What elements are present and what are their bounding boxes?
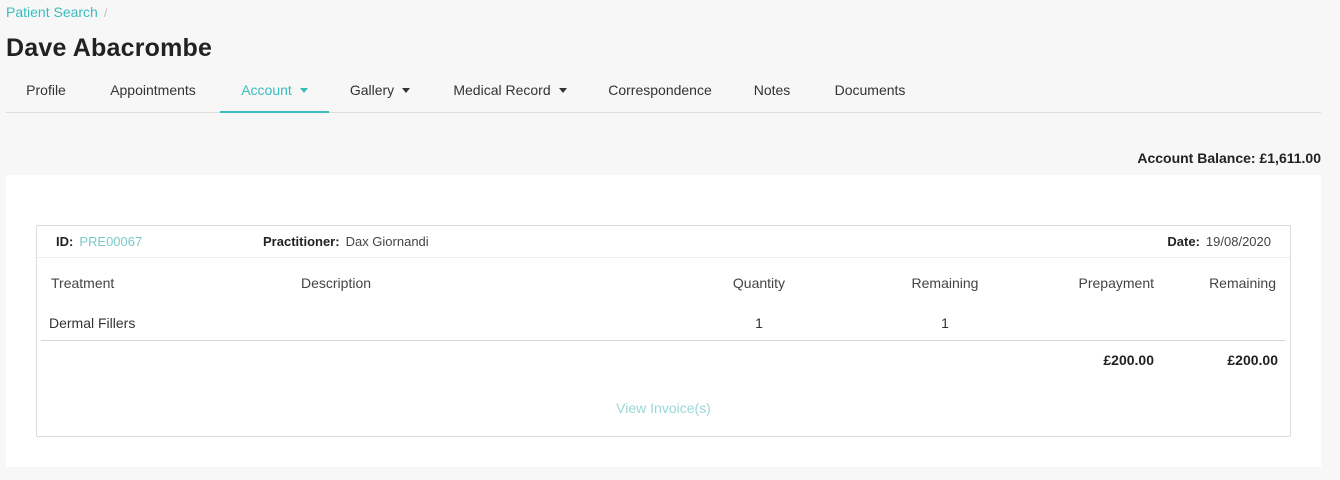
tab-appointments-label: Appointments bbox=[110, 82, 196, 98]
row-treatment: Dermal Fillers bbox=[49, 315, 136, 331]
tab-bar: Profile Appointments Account Gallery Med… bbox=[6, 70, 1321, 113]
tab-medical-record[interactable]: Medical Record bbox=[432, 70, 588, 113]
tab-profile-label: Profile bbox=[26, 82, 66, 98]
column-header-description: Description bbox=[301, 275, 372, 291]
breadcrumb-separator: / bbox=[103, 6, 108, 20]
tab-account[interactable]: Account bbox=[220, 70, 329, 113]
invoice-id-label: ID: bbox=[56, 234, 74, 249]
chevron-down-icon bbox=[299, 87, 308, 93]
column-header-remaining: Remaining bbox=[911, 275, 979, 291]
tab-appointments[interactable]: Appointments bbox=[90, 70, 216, 113]
total-remaining: £200.00 bbox=[1227, 352, 1278, 368]
tab-gallery-label: Gallery bbox=[349, 82, 395, 98]
column-header-prepayment-remaining: Remaining bbox=[1209, 275, 1276, 291]
tab-correspondence[interactable]: Correspondence bbox=[594, 70, 726, 113]
practitioner-field: Practitioner: Dax Giornandi bbox=[263, 234, 429, 249]
date-value: 19/08/2020 bbox=[1205, 234, 1271, 249]
row-quantity: 1 bbox=[755, 315, 763, 331]
totals-divider bbox=[41, 340, 1286, 341]
practitioner-value: Dax Giornandi bbox=[345, 234, 429, 249]
tab-profile[interactable]: Profile bbox=[6, 70, 86, 113]
row-remaining: 1 bbox=[941, 315, 949, 331]
page-title: Dave Abacrombe bbox=[6, 34, 213, 62]
tab-documents-label: Documents bbox=[834, 82, 906, 98]
tab-notes-label: Notes bbox=[753, 82, 791, 98]
tab-documents[interactable]: Documents bbox=[816, 70, 924, 113]
breadcrumb: Patient Search / bbox=[6, 4, 107, 21]
practitioner-label: Practitioner: bbox=[263, 234, 340, 249]
invoice-id-field: ID: PRE00067 bbox=[56, 234, 142, 249]
account-panel: ID: PRE00067 Practitioner: Dax Giornandi D… bbox=[6, 175, 1321, 467]
tab-medical-record-label: Medical Record bbox=[453, 82, 551, 98]
column-header-prepayment: Prepayment bbox=[1078, 275, 1154, 291]
chevron-down-icon bbox=[558, 87, 567, 93]
total-prepayment: £200.00 bbox=[1103, 352, 1154, 368]
tab-notes[interactable]: Notes bbox=[734, 70, 810, 113]
account-balance: Account Balance: £1,611.00 bbox=[1137, 150, 1321, 166]
date-label: Date: bbox=[1167, 234, 1200, 249]
chevron-down-icon bbox=[402, 87, 411, 93]
invoice-card: ID: PRE00067 Practitioner: Dax Giornandi D… bbox=[36, 225, 1291, 437]
tab-correspondence-label: Correspondence bbox=[608, 82, 712, 98]
invoice-id-link[interactable]: PRE00067 bbox=[79, 234, 142, 249]
invoice-header: ID: PRE00067 Practitioner: Dax Giornandi D… bbox=[37, 226, 1290, 258]
column-header-quantity: Quantity bbox=[732, 275, 786, 291]
patient-account-page: Patient Search / Dave Abacrombe Profile A… bbox=[0, 0, 1340, 480]
view-invoices-link[interactable]: View Invoice(s) bbox=[37, 400, 1290, 416]
breadcrumb-patient-search-link[interactable]: Patient Search bbox=[6, 4, 98, 20]
column-header-treatment: Treatment bbox=[51, 275, 115, 291]
date-field: Date: 19/08/2020 bbox=[1167, 234, 1271, 249]
tab-account-label: Account bbox=[241, 82, 292, 98]
tab-gallery[interactable]: Gallery bbox=[332, 70, 428, 113]
